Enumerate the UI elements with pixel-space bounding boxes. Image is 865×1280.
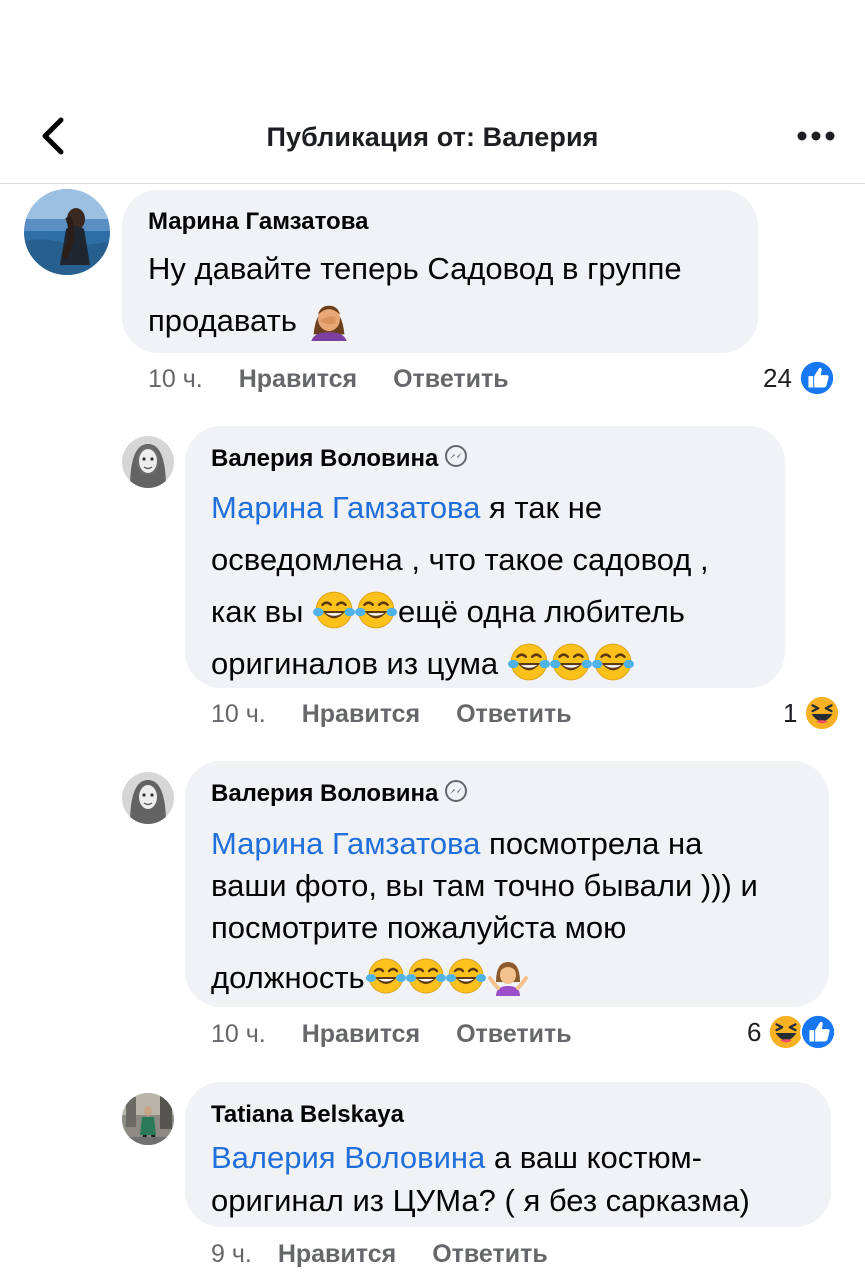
reply-button[interactable]: Ответить bbox=[432, 1240, 548, 1269]
comment-text: Марина Гамзатова я так не осведомлена , … bbox=[211, 490, 709, 683]
comment-bubble: Марина Гамзатова Ну давайте теперь Садов… bbox=[122, 190, 758, 353]
avatar-valeria[interactable] bbox=[122, 772, 174, 824]
mention-link[interactable]: Марина Гамзатова bbox=[211, 826, 480, 861]
avatar-valeria[interactable] bbox=[122, 436, 174, 488]
more-options-button[interactable] bbox=[790, 120, 842, 156]
comment-author[interactable]: Tatiana Belskaya bbox=[211, 1100, 831, 1130]
avatar-tatiana[interactable] bbox=[122, 1093, 174, 1145]
mention-link[interactable]: Марина Гамзатова bbox=[211, 490, 480, 525]
reply-button[interactable]: Ответить bbox=[393, 365, 509, 394]
top-bar: Публикация от: Валерия bbox=[0, 0, 865, 184]
facepalm-emoji bbox=[307, 297, 351, 341]
comment-text: Ну давайте теперь Садовод в группе прода… bbox=[148, 243, 758, 347]
like-button[interactable]: Нравится bbox=[302, 700, 420, 729]
messenger-badge-icon bbox=[444, 779, 468, 810]
reaction-summary[interactable]: 24 bbox=[763, 360, 836, 396]
like-button[interactable]: Нравится bbox=[278, 1240, 396, 1269]
comment-time[interactable]: 10 ч. bbox=[211, 700, 266, 729]
comment-meta: 10 ч. Нравится Ответить bbox=[148, 362, 545, 396]
reaction-count: 1 bbox=[783, 697, 798, 728]
more-dots-icon bbox=[796, 129, 836, 147]
page-title: Публикация от: Валерия bbox=[266, 122, 599, 152]
comment-author[interactable]: Валерия Воловина bbox=[211, 444, 785, 474]
reaction-count: 6 bbox=[747, 1016, 762, 1047]
comment-meta: 10 ч. Нравится Ответить bbox=[211, 697, 608, 731]
comment-author[interactable]: Валерия Воловина bbox=[211, 779, 829, 809]
like-button[interactable]: Нравится bbox=[239, 365, 357, 394]
reply-button[interactable]: Ответить bbox=[456, 1020, 572, 1049]
like-button[interactable]: Нравится bbox=[302, 1020, 420, 1049]
mention-link[interactable]: Валерия Воловина bbox=[211, 1140, 485, 1175]
tears-of-joy-emoji bbox=[508, 641, 634, 683]
avatar-marina[interactable] bbox=[24, 189, 110, 275]
comment-time[interactable]: 10 ч. bbox=[211, 1020, 266, 1049]
comment-text: Марина Гамзатова посмотрела на ваши фото… bbox=[211, 826, 758, 996]
tears-of-joy-emoji bbox=[366, 956, 486, 996]
comment-text: Валерия Воловина а ваш костюм- оригинал … bbox=[211, 1140, 750, 1218]
comment-bubble: Валерия Воловина Марина Гамзатова я так … bbox=[185, 426, 785, 688]
comment-author[interactable]: Марина Гамзатова bbox=[148, 207, 758, 237]
shrug-emoji bbox=[488, 956, 528, 996]
reaction-count: 24 bbox=[763, 362, 792, 393]
reaction-summary[interactable]: 1 bbox=[783, 695, 841, 731]
comment-meta: 9 ч. Нравится Ответить bbox=[211, 1237, 584, 1271]
reaction-summary[interactable]: 6 bbox=[747, 1014, 837, 1050]
comment-time[interactable]: 9 ч. bbox=[211, 1240, 252, 1269]
reply-button[interactable]: Ответить bbox=[456, 700, 572, 729]
like-reaction-icon bbox=[798, 359, 836, 397]
comment-meta: 10 ч. Нравится Ответить bbox=[211, 1017, 608, 1051]
comment-bubble: Валерия Воловина Марина Гамзатова посмот… bbox=[185, 761, 829, 1007]
haha-reaction-icon bbox=[803, 694, 841, 732]
comment-time[interactable]: 10 ч. bbox=[148, 365, 203, 394]
tears-of-joy-emoji bbox=[313, 589, 397, 631]
comment-bubble: Tatiana Belskaya Валерия Воловина а ваш … bbox=[185, 1082, 831, 1227]
messenger-badge-icon bbox=[444, 444, 468, 475]
like-reaction-icon bbox=[799, 1013, 837, 1051]
